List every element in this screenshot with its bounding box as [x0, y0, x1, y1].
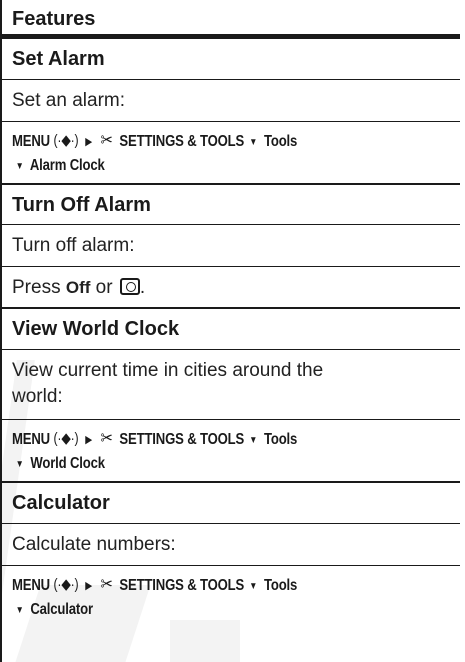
- press-instruction: Press Off or .: [2, 267, 460, 309]
- arrow-down-icon: ▼: [15, 459, 24, 470]
- section-title-turn-off-alarm: Turn Off Alarm: [2, 185, 460, 225]
- settings-tools-label: SETTINGS & TOOLS: [119, 577, 245, 594]
- menu-path-set-alarm: MENU (·◆·) ▶ ✂ SETTINGS & TOOLS ▼ Tools …: [2, 122, 460, 185]
- menu-path-calculator: MENU (·◆·) ▶ ✂ SETTINGS & TOOLS ▼ Tools …: [2, 566, 460, 634]
- section-description: Set an alarm:: [2, 80, 460, 122]
- calculator-label: Calculator: [30, 601, 93, 618]
- tools-icon: ✂: [100, 574, 113, 594]
- menu-path-world-clock: MENU (·◆·) ▶ ✂ SETTINGS & TOOLS ▼ Tools …: [2, 420, 460, 483]
- features-table: Features Set Alarm Set an alarm: MENU (·…: [0, 0, 460, 662]
- arrow-down-icon: ▼: [249, 137, 258, 148]
- arrow-right-icon: ▶: [85, 136, 93, 148]
- world-clock-label: World Clock: [30, 455, 105, 472]
- description-line: View current time in cities around the: [12, 360, 324, 381]
- tools-label: Tools: [263, 133, 298, 150]
- menu-label: MENU: [12, 431, 50, 448]
- off-key-label: Off: [65, 278, 91, 297]
- arrow-down-icon: ▼: [15, 161, 24, 172]
- press-mid: or: [90, 277, 118, 298]
- arrow-right-icon: ▶: [85, 434, 93, 446]
- tools-label: Tools: [263, 577, 298, 594]
- arrow-down-icon: ▼: [249, 581, 258, 592]
- tools-label: Tools: [263, 431, 298, 448]
- settings-tools-label: SETTINGS & TOOLS: [119, 431, 245, 448]
- arrow-right-icon: ▶: [85, 580, 93, 592]
- press-prefix: Press: [12, 277, 66, 298]
- tools-icon: ✂: [100, 428, 113, 448]
- section-description: Turn off alarm:: [2, 225, 460, 267]
- section-title-set-alarm: Set Alarm: [2, 39, 460, 80]
- alarm-clock-label: Alarm Clock: [29, 157, 105, 174]
- description-line: world:: [12, 386, 63, 407]
- menu-label: MENU: [12, 577, 50, 594]
- tools-icon: ✂: [100, 130, 113, 150]
- arrow-down-icon: ▼: [249, 435, 258, 446]
- power-key-icon: [119, 278, 140, 295]
- table-header: Features: [2, 0, 460, 39]
- section-description: Calculate numbers:: [2, 524, 460, 566]
- arrow-down-icon: ▼: [15, 605, 24, 616]
- nav-key-icon: (·◆·): [53, 430, 79, 447]
- nav-key-icon: (·◆·): [53, 576, 79, 593]
- section-title-calculator: Calculator: [2, 483, 460, 524]
- nav-key-icon: (·◆·): [53, 132, 79, 149]
- section-title-view-world-clock: View World Clock: [2, 309, 460, 350]
- menu-label: MENU: [12, 133, 50, 150]
- section-description: View current time in cities around the w…: [2, 350, 460, 420]
- settings-tools-label: SETTINGS & TOOLS: [119, 133, 245, 150]
- press-suffix: .: [139, 277, 146, 298]
